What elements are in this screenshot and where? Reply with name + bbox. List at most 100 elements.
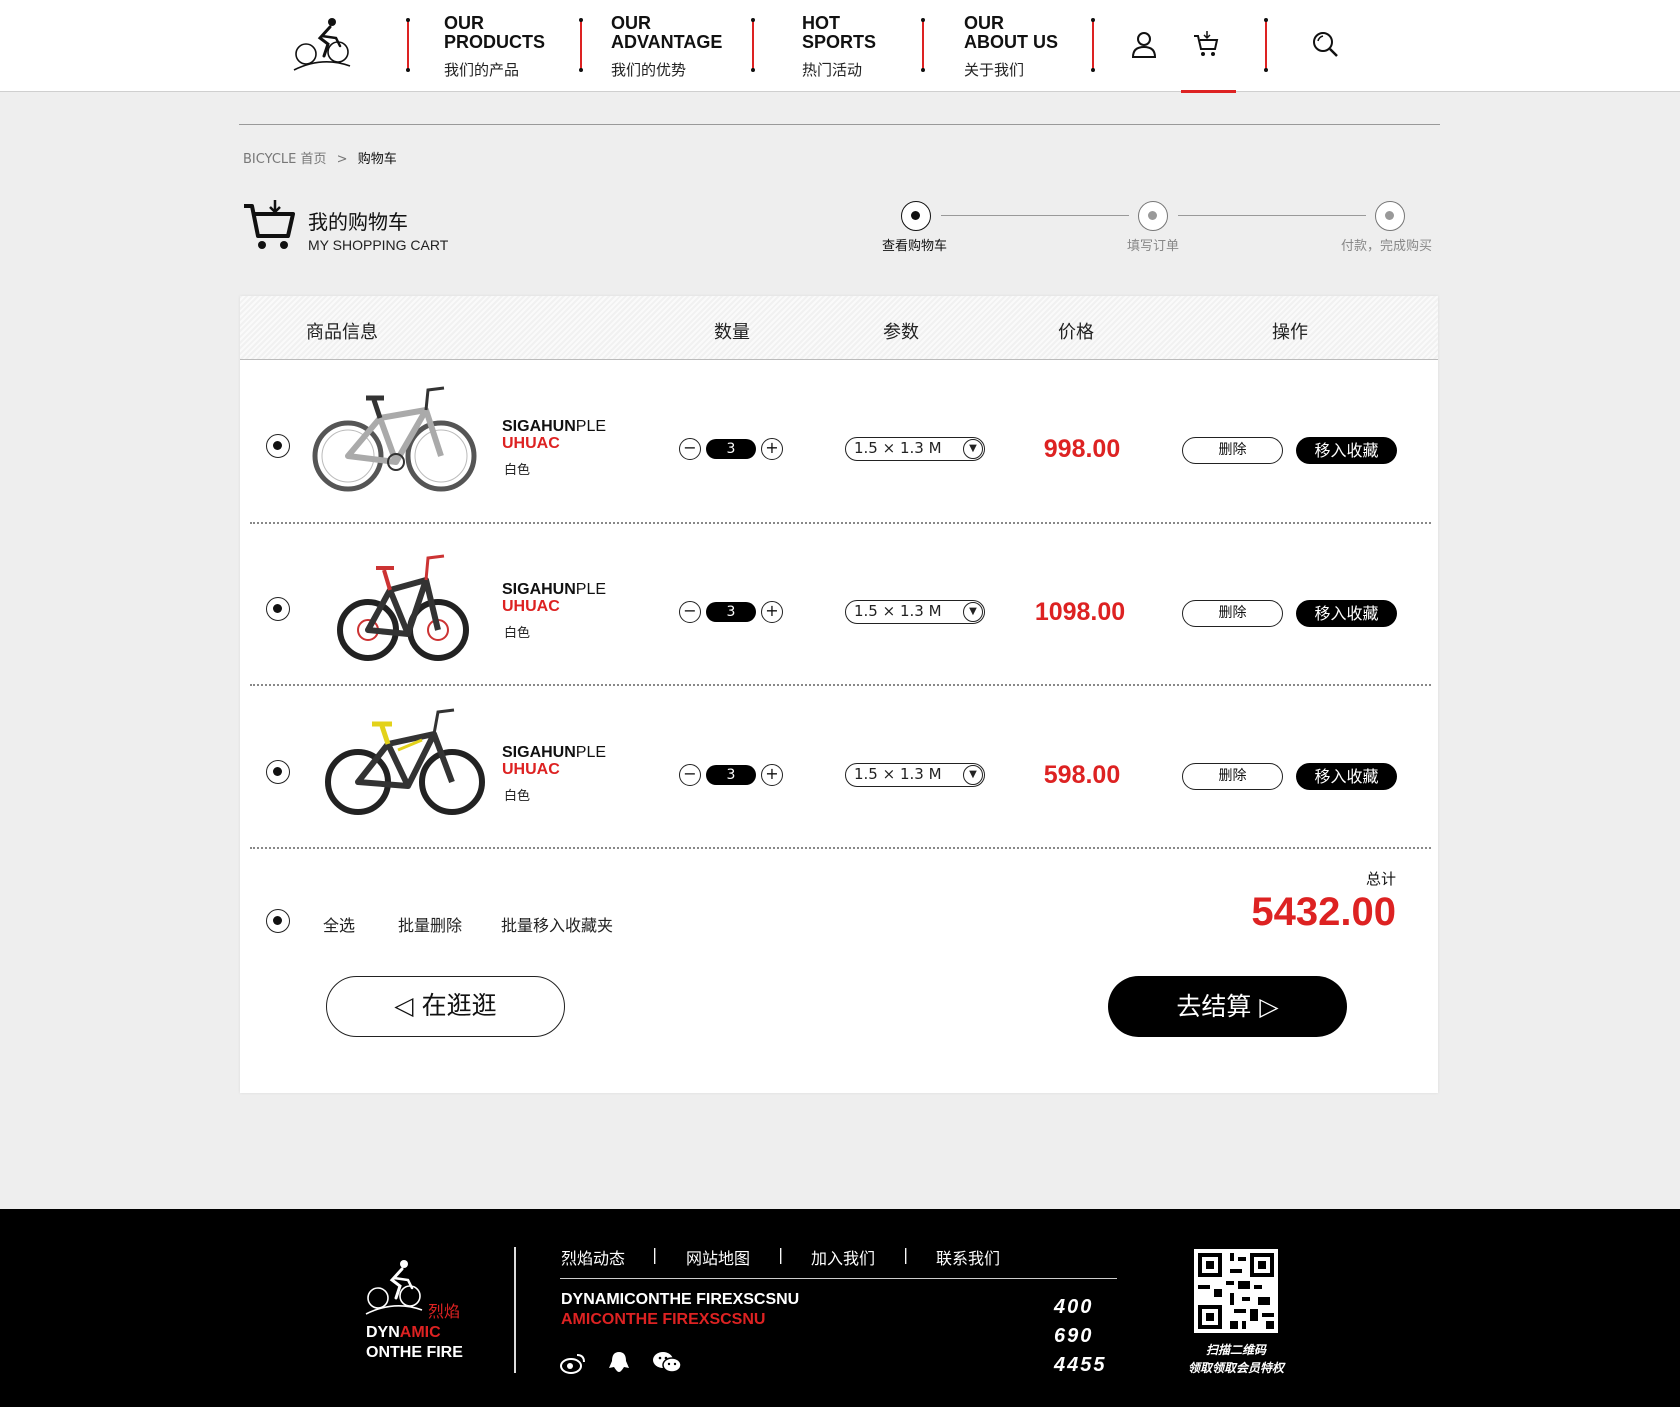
product-name[interactable]: SIGAHUNPLE UHUAC [502,744,606,778]
phone-part: 690 [1054,1325,1094,1347]
chevron-down-icon: ▼ [963,602,983,622]
column-header-product: 商品信息 [306,322,378,343]
qty-value[interactable]: 3 [706,439,756,459]
nav-label-cn: 我们的产品 [444,61,520,79]
breadcrumb: BICYCLE 首页 > 购物车 [243,148,397,167]
spec-select[interactable]: 1.5 × 1.3 M ▼ [845,763,985,787]
nav-label-en: OUR ADVANTAGE [611,13,723,52]
batch-favorite-link[interactable]: 批量移入收藏夹 [501,912,613,936]
row-select-radio[interactable] [266,434,290,458]
column-header-params: 参数 [883,322,919,343]
qty-increase-button[interactable]: + [761,764,783,786]
spec-value: 1.5 × 1.3 M [854,602,942,620]
product-color: 白色 [504,463,531,478]
product-name-bold: SIGAHUN [502,744,576,761]
step-1-indicator [901,201,931,231]
qq-icon[interactable] [607,1350,631,1374]
product-name-rest: PLE [575,581,607,598]
page-title: 我的购物车 [308,210,408,234]
footer-link-contact[interactable]: 联系我们 [936,1245,1000,1269]
footer-separator: | [778,1245,784,1264]
breadcrumb-separator: > [336,152,348,167]
qr-caption-1: 扫描二维码 [1205,1343,1266,1357]
search-icon[interactable] [1311,30,1339,58]
brand-part-red: AMIC [399,1324,441,1341]
product-name-bold: SIGAHUN [502,581,576,598]
delete-button[interactable]: 删除 [1182,437,1283,464]
batch-delete-link[interactable]: 批量删除 [398,912,462,936]
move-to-favorites-button[interactable]: 移入收藏 [1296,600,1397,627]
step-3-label: 付款，完成购买 [1341,239,1433,254]
breadcrumb-current: 购物车 [357,152,397,167]
weibo-icon[interactable] [560,1352,586,1374]
qty-decrease-button[interactable]: − [679,438,701,460]
nav-about-us[interactable]: OUR ABOUT US 关于我们 [964,14,1058,80]
chevron-down-icon: ▼ [963,765,983,785]
nav-our-products[interactable]: OUR PRODUCTS 我们的产品 [444,14,545,80]
total-value: 5432.00 [1251,890,1396,934]
nav-hot-sports[interactable]: HOT SPORTS 热门活动 [802,14,876,80]
cyclist-logo[interactable] [292,16,354,74]
footer-link-news[interactable]: 烈焰动态 [561,1245,625,1269]
column-header-quantity: 数量 [714,322,750,343]
qty-decrease-button[interactable]: − [679,601,701,623]
footer-link-join[interactable]: 加入我们 [811,1245,875,1269]
step-connector [1178,215,1366,216]
row-divider [250,847,1431,849]
nav-label-en: HOT SPORTS [802,13,877,52]
step-connector [941,215,1129,216]
continue-shopping-button[interactable]: ◁ 在逛逛 [326,976,565,1037]
bicycle-image-silver [312,386,477,492]
qty-value[interactable]: 3 [706,602,756,622]
page-subtitle: MY SHOPPING CART [308,237,449,253]
active-nav-indicator [1181,90,1236,93]
footer-separator: | [903,1245,909,1264]
breadcrumb-home[interactable]: BICYCLE 首页 [243,152,327,167]
top-navbar: OUR PRODUCTS 我们的产品 OUR ADVANTAGE 我们的优势 H… [0,0,1680,93]
item-price: 998.00 [1043,435,1121,463]
row-select-radio[interactable] [266,760,290,784]
row-divider [250,522,1431,524]
product-name-red: UHUAC [502,598,560,615]
qty-increase-button[interactable]: + [761,438,783,460]
select-all-label[interactable]: 全选 [323,912,355,936]
qty-increase-button[interactable]: + [761,601,783,623]
product-name[interactable]: SIGAHUNPLE UHUAC [502,418,606,452]
footer-text-line1: DYNAMICONTHE FIREXSCSNU [561,1291,800,1308]
product-color: 白色 [504,789,531,804]
delete-button[interactable]: 删除 [1182,600,1283,627]
footer-separator: | [652,1245,658,1264]
select-all-radio[interactable] [266,909,290,933]
checkout-button[interactable]: 去结算 ▷ [1108,976,1347,1037]
spec-select[interactable]: 1.5 × 1.3 M ▼ [845,600,985,624]
footer-brand-cn: 烈焰 [428,1302,461,1321]
move-to-favorites-button[interactable]: 移入收藏 [1296,763,1397,790]
footer-divider [514,1247,516,1373]
footer-rule [560,1278,1117,1279]
product-name-bold: SIGAHUN [502,418,576,435]
product-name[interactable]: SIGAHUNPLE UHUAC [502,581,606,615]
phone-part: 4455 [1054,1354,1107,1376]
table-header [240,296,1438,360]
qty-decrease-button[interactable]: − [679,764,701,786]
product-name-rest: PLE [575,418,607,435]
brand-part: DYN [366,1324,400,1341]
footer-brand-line2: ONTHE FIRE [366,1344,463,1361]
wechat-icon[interactable] [652,1350,682,1374]
spec-select[interactable]: 1.5 × 1.3 M ▼ [845,437,985,461]
item-price: 1098.00 [1034,598,1126,626]
step-2-indicator [1138,201,1168,231]
product-name-red: UHUAC [502,435,560,452]
move-to-favorites-button[interactable]: 移入收藏 [1296,437,1397,464]
product-name-red: UHUAC [502,761,560,778]
row-select-radio[interactable] [266,597,290,621]
nav-our-advantage[interactable]: OUR ADVANTAGE 我们的优势 [611,14,722,80]
cart-icon[interactable] [1192,30,1220,58]
item-price: 598.00 [1043,761,1121,789]
delete-button[interactable]: 删除 [1182,763,1283,790]
footer-brand-line1: DYNAMIC [366,1324,441,1342]
user-icon[interactable] [1130,30,1158,58]
qty-value[interactable]: 3 [706,765,756,785]
footer-link-sitemap[interactable]: 网站地图 [686,1245,750,1269]
spec-value: 1.5 × 1.3 M [854,439,942,457]
